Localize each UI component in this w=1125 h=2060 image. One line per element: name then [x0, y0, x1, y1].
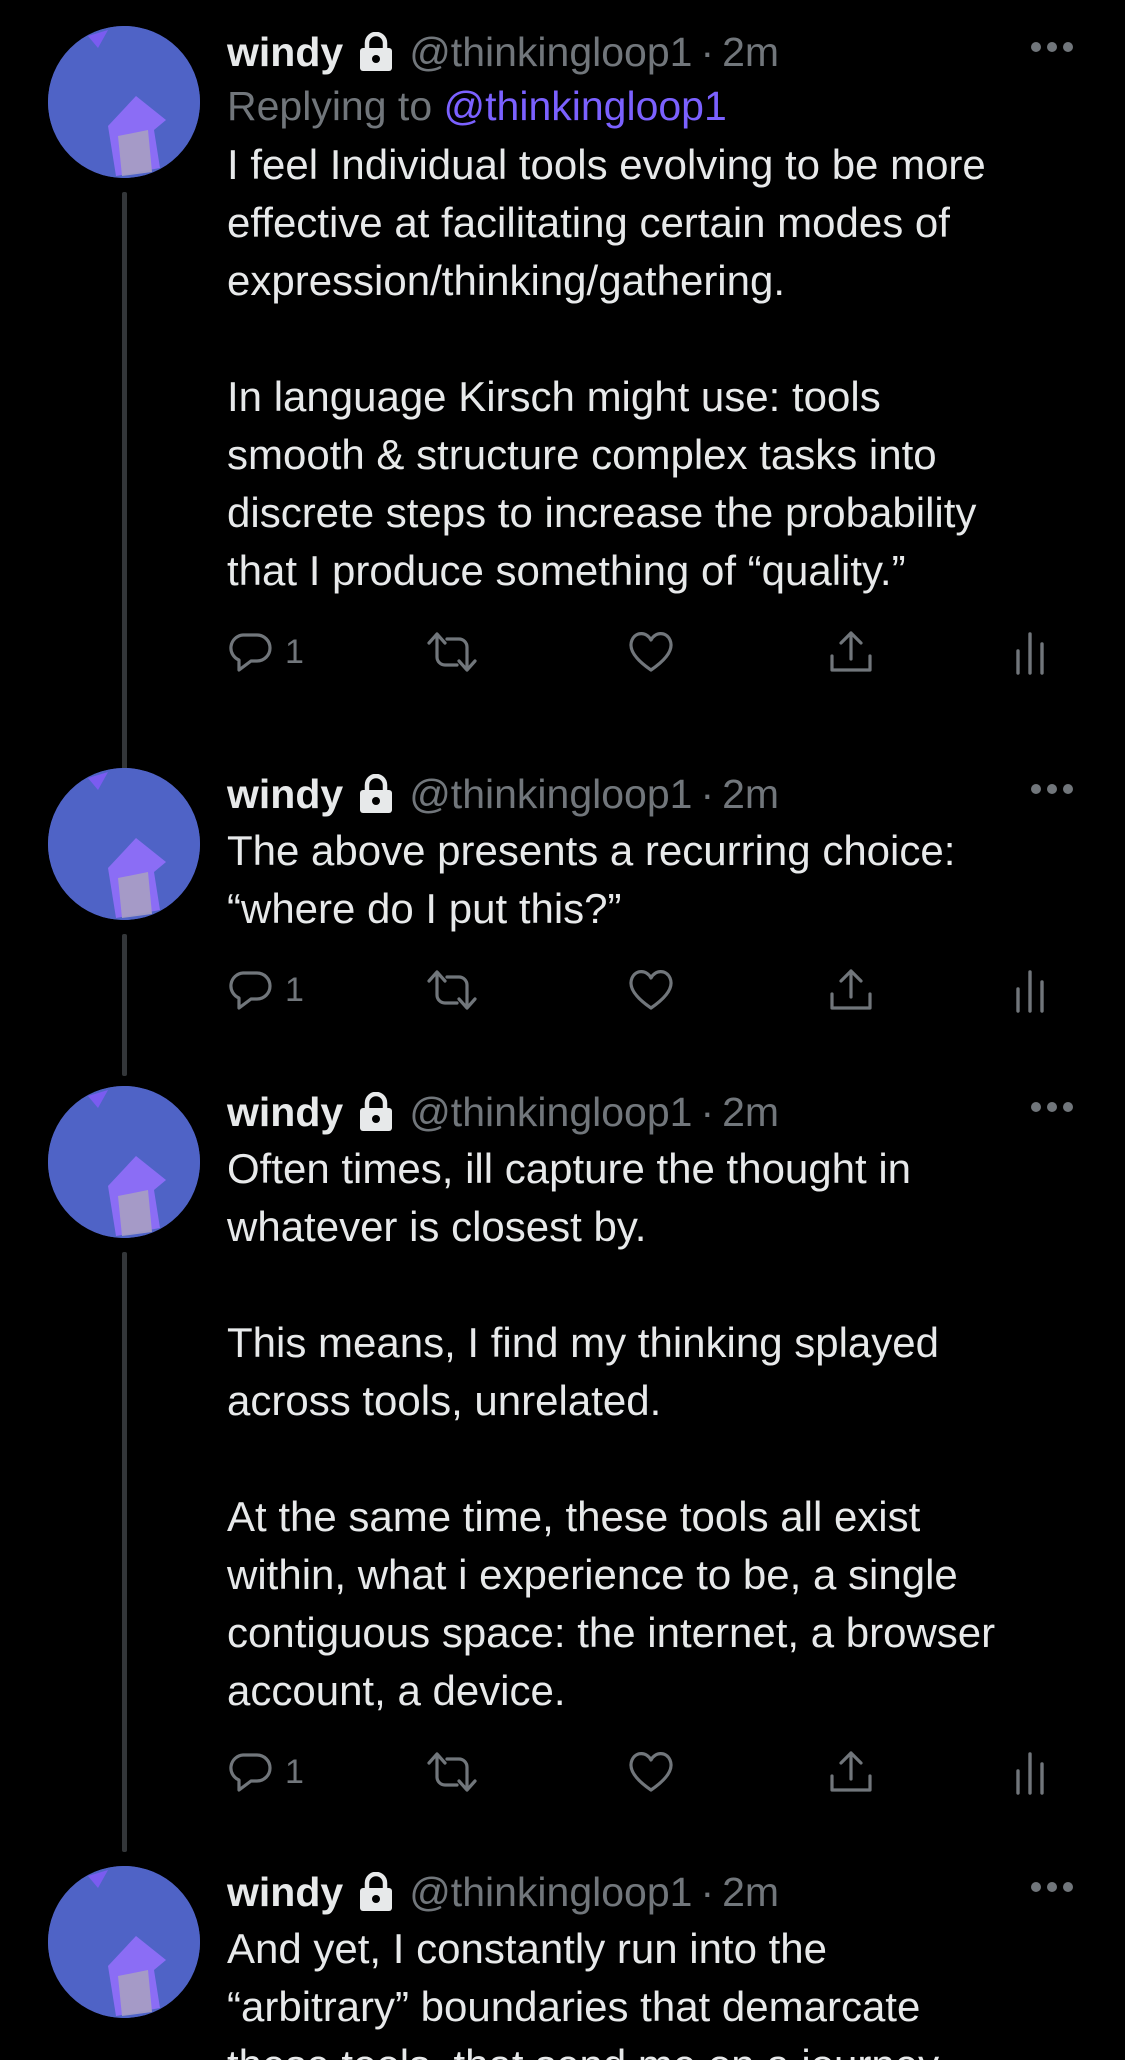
- more-icon[interactable]: [1030, 1880, 1074, 1894]
- thread-line: [122, 934, 127, 1076]
- share-button[interactable]: [827, 622, 875, 682]
- tweet-header: windy @thinkingloop1 · 2m: [227, 26, 1087, 78]
- timestamp[interactable]: 2m: [722, 29, 779, 76]
- separator-dot: ·: [700, 1088, 715, 1135]
- tweet-text: And yet, I constantly run into the “arbi…: [227, 1925, 939, 2060]
- tweet-actions: 1: [227, 622, 1087, 682]
- reply-button[interactable]: 1: [227, 622, 304, 682]
- tweet[interactable]: windy @thinkingloop1 · 2m Often times, i…: [0, 1086, 1125, 1852]
- separator-dot: ·: [700, 770, 715, 817]
- share-icon: [830, 631, 872, 672]
- tweet-actions: 1: [227, 960, 1087, 1020]
- like-button[interactable]: [626, 1742, 676, 1802]
- replying-to-handle-link[interactable]: @thinkingloop1: [444, 83, 727, 129]
- handle[interactable]: @thinkingloop1: [409, 771, 692, 818]
- separator-dot: ·: [700, 28, 715, 75]
- retweet-button[interactable]: [425, 1742, 479, 1802]
- tweet[interactable]: windy @thinkingloop1 · 2m And yet, I con…: [0, 1866, 1125, 2060]
- timestamp[interactable]: 2m: [722, 1869, 779, 1916]
- thread-line: [122, 192, 127, 782]
- avatar-illustration: [48, 1086, 200, 1238]
- more-icon[interactable]: [1030, 782, 1074, 796]
- analytics-icon: [1016, 632, 1044, 675]
- analytics-icon: [1016, 1752, 1044, 1795]
- thread-line: [122, 1252, 127, 1852]
- more-icon[interactable]: [1030, 40, 1074, 54]
- reply-count: 1: [285, 970, 304, 1009]
- replying-prefix: Replying to: [227, 83, 433, 129]
- display-name[interactable]: windy: [227, 1869, 343, 1916]
- lock-icon: [357, 773, 395, 814]
- tweet-header: windy @thinkingloop1 · 2m: [227, 768, 1087, 820]
- lock-icon: [357, 1871, 395, 1912]
- heart-icon: [629, 970, 673, 1010]
- avatar-illustration: [48, 26, 200, 178]
- heart-icon: [629, 1752, 673, 1792]
- avatar[interactable]: [48, 1086, 200, 1238]
- display-name[interactable]: windy: [227, 29, 343, 76]
- handle[interactable]: @thinkingloop1: [409, 1089, 692, 1136]
- tweet-text: Often times, ill capture the thought in …: [227, 1145, 996, 1714]
- analytics-button[interactable]: [1013, 1742, 1047, 1802]
- heart-icon: [629, 632, 673, 672]
- tweet-header: windy @thinkingloop1 · 2m: [227, 1086, 1087, 1138]
- avatar-illustration: [48, 1866, 200, 2018]
- tweet-header: windy @thinkingloop1 · 2m: [227, 1866, 1087, 1918]
- retweet-icon: [427, 632, 477, 672]
- like-button[interactable]: [626, 960, 676, 1020]
- retweet-icon: [427, 1752, 477, 1792]
- reply-icon: [229, 633, 272, 672]
- lock-icon: [357, 1091, 395, 1132]
- retweet-button[interactable]: [425, 622, 479, 682]
- avatar[interactable]: [48, 26, 200, 178]
- separator-dot: ·: [700, 1868, 715, 1915]
- replying-to: Replying to @thinkingloop1: [227, 78, 1087, 134]
- analytics-button[interactable]: [1013, 622, 1047, 682]
- retweet-icon: [427, 970, 477, 1010]
- tweet[interactable]: windy @thinkingloop1 · 2m The above pres…: [0, 768, 1125, 1076]
- retweet-button[interactable]: [425, 960, 479, 1020]
- analytics-icon: [1016, 970, 1044, 1013]
- avatar-illustration: [48, 768, 200, 920]
- handle[interactable]: @thinkingloop1: [409, 1869, 692, 1916]
- timestamp[interactable]: 2m: [722, 771, 779, 818]
- lock-icon: [357, 31, 395, 72]
- tweet-text: I feel Individual tools evolving to be m…: [227, 141, 986, 594]
- share-icon: [830, 969, 872, 1010]
- reply-button[interactable]: 1: [227, 1742, 304, 1802]
- avatar[interactable]: [48, 768, 200, 920]
- timestamp[interactable]: 2m: [722, 1089, 779, 1136]
- tweet[interactable]: windy @thinkingloop1 · 2m Replying to @t…: [0, 26, 1125, 782]
- avatar[interactable]: [48, 1866, 200, 2018]
- reply-button[interactable]: 1: [227, 960, 304, 1020]
- more-icon[interactable]: [1030, 1100, 1074, 1114]
- reply-count: 1: [285, 632, 304, 671]
- tweet-text: The above presents a recurring choice: “…: [227, 827, 956, 932]
- share-button[interactable]: [827, 960, 875, 1020]
- share-icon: [830, 1751, 872, 1792]
- like-button[interactable]: [626, 622, 676, 682]
- display-name[interactable]: windy: [227, 771, 343, 818]
- reply-icon: [229, 971, 272, 1010]
- handle[interactable]: @thinkingloop1: [409, 29, 692, 76]
- analytics-button[interactable]: [1013, 960, 1047, 1020]
- share-button[interactable]: [827, 1742, 875, 1802]
- reply-icon: [229, 1753, 272, 1792]
- reply-count: 1: [285, 1752, 304, 1791]
- tweet-actions: 1: [227, 1742, 1087, 1802]
- display-name[interactable]: windy: [227, 1089, 343, 1136]
